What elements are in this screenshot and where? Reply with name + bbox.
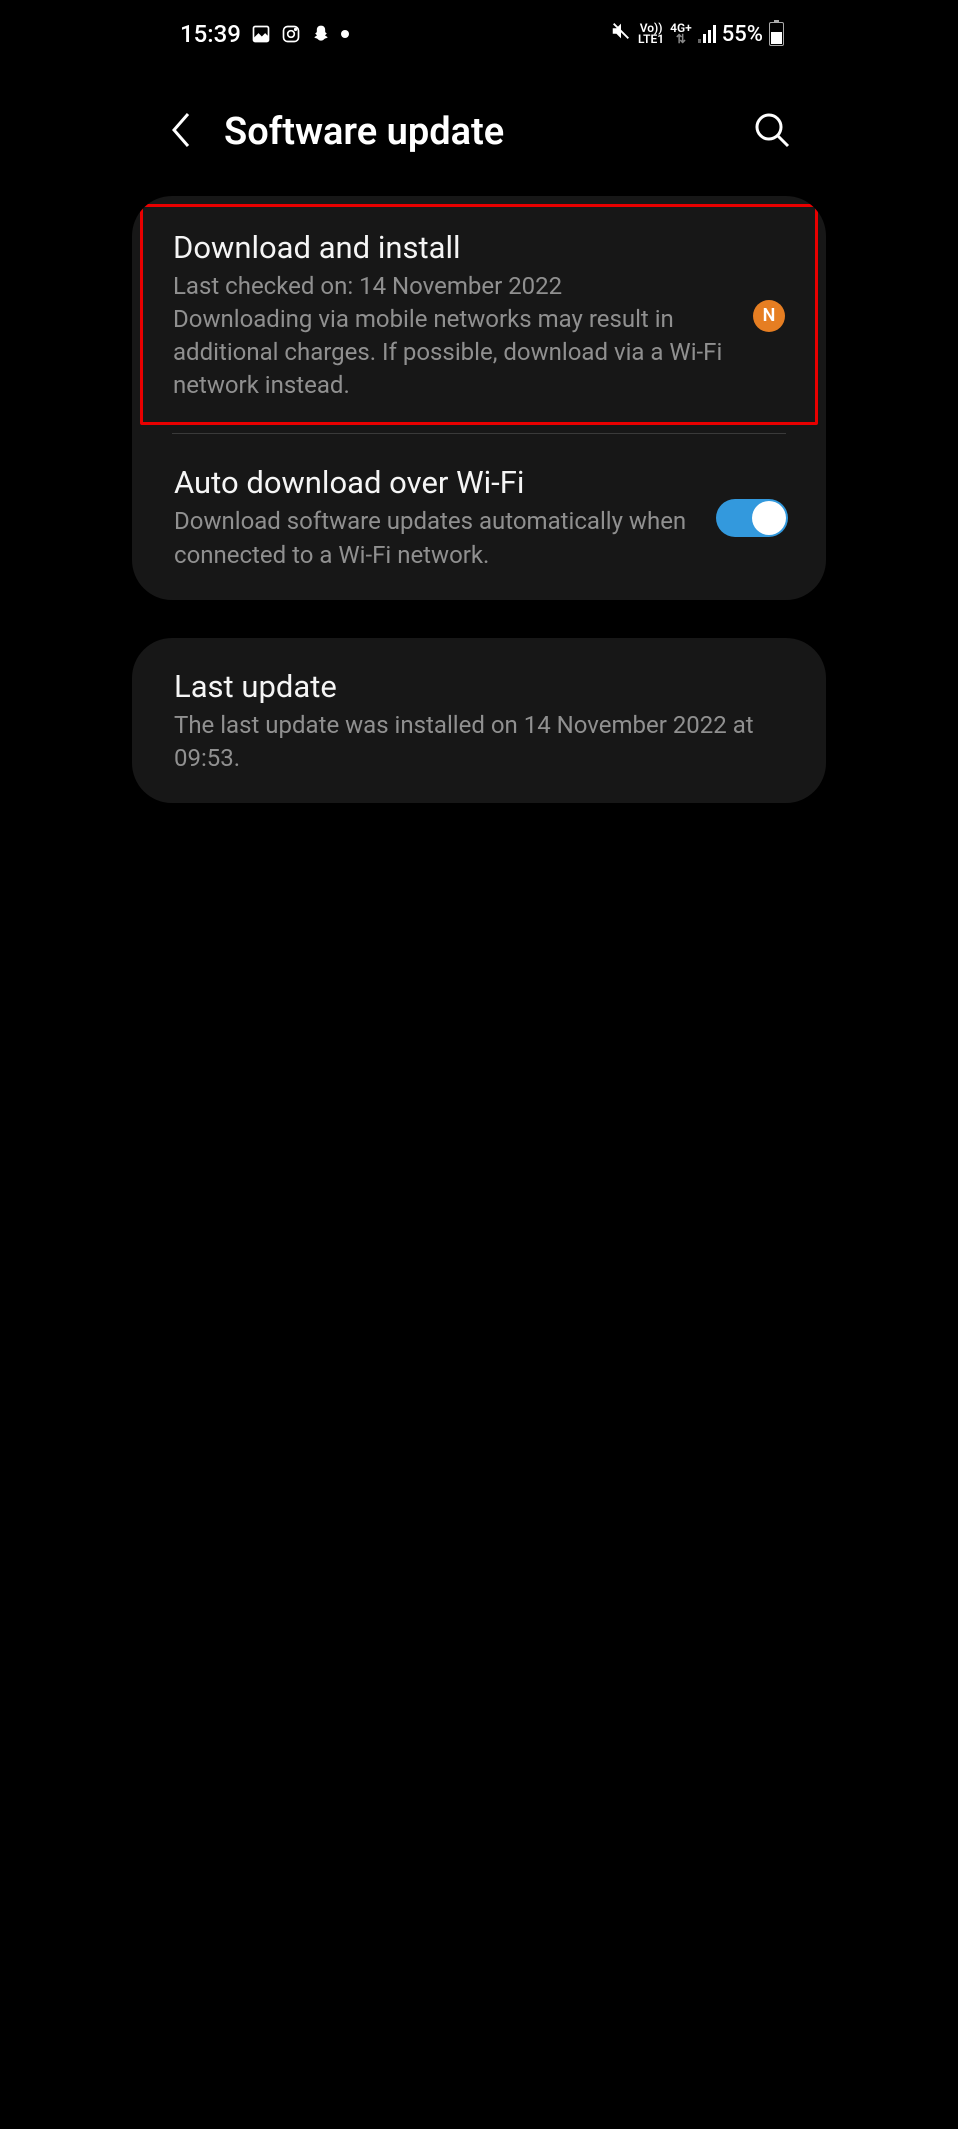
last-update-row[interactable]: Last update The last update was installe… xyxy=(132,638,826,803)
auto-download-desc: Download software updates automatically … xyxy=(174,505,698,571)
search-button[interactable] xyxy=(752,110,792,154)
download-install-desc: Downloading via mobile networks may resu… xyxy=(173,303,735,402)
last-update-title: Last update xyxy=(174,668,788,705)
notification-badge: N xyxy=(753,300,785,332)
download-install-checked: Last checked on: 14 November 2022 xyxy=(173,270,735,303)
last-update-desc: The last update was installed on 14 Nove… xyxy=(174,709,788,775)
network-indicator: 4G+ ⇅ xyxy=(670,23,692,45)
status-time: 15:39 xyxy=(180,20,241,48)
auto-download-row[interactable]: Auto download over Wi-Fi Download softwa… xyxy=(132,434,826,599)
volte-indicator: Vo)) LTE1 xyxy=(638,23,664,45)
battery-icon xyxy=(769,22,784,46)
signal-icon xyxy=(698,25,716,43)
gallery-icon xyxy=(251,24,271,44)
instagram-icon xyxy=(281,24,301,44)
auto-download-title: Auto download over Wi-Fi xyxy=(174,464,698,501)
back-button[interactable] xyxy=(166,108,196,156)
mute-icon xyxy=(610,20,632,48)
download-install-title: Download and install xyxy=(173,229,735,266)
status-bar: 15:39 Vo)) LTE1 4G+ ⇅ xyxy=(126,0,832,58)
title-bar: Software update xyxy=(126,58,832,186)
settings-group-1: Download and install Last checked on: 14… xyxy=(132,196,826,600)
auto-download-toggle[interactable] xyxy=(716,499,788,537)
page-title: Software update xyxy=(224,110,724,154)
battery-percent: 55% xyxy=(722,22,763,47)
download-and-install-row[interactable]: Download and install Last checked on: 14… xyxy=(140,204,818,425)
settings-group-2: Last update The last update was installe… xyxy=(132,638,826,803)
more-notifications-dot xyxy=(341,30,349,38)
snapchat-icon xyxy=(311,24,331,44)
